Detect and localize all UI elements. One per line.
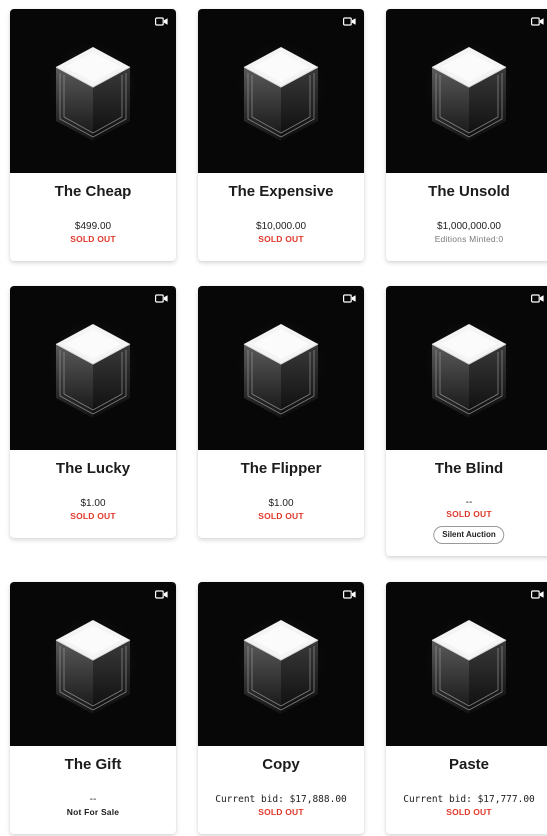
cube-artwork-icon (431, 324, 507, 418)
nft-card[interactable]: The Blind -- SOLD OUT Silent Auction (386, 286, 547, 556)
video-camera-icon[interactable] (531, 294, 544, 303)
card-title[interactable]: The Unsold (386, 183, 547, 200)
card-price: -- (89, 794, 97, 805)
card-media[interactable] (198, 582, 364, 746)
card-media[interactable] (386, 286, 547, 450)
cube-artwork-icon (243, 47, 319, 141)
nft-card[interactable]: The Unsold $1,000,000.00 Editions Minted… (386, 9, 547, 261)
card-title[interactable]: The Cheap (10, 183, 176, 200)
cube-artwork-icon (243, 324, 319, 418)
status-label: SOLD OUT (70, 234, 116, 244)
card-title[interactable]: Copy (198, 756, 364, 773)
video-camera-icon[interactable] (155, 294, 168, 303)
cube-artwork-icon (431, 620, 507, 714)
video-camera-icon[interactable] (155, 17, 168, 26)
card-media[interactable] (386, 9, 547, 173)
nft-card[interactable]: The Gift -- Not For Sale (10, 582, 176, 834)
card-title[interactable]: The Gift (10, 756, 176, 773)
card-media[interactable] (10, 9, 176, 173)
nft-card[interactable]: Paste Current bid: $17,777.00 SOLD OUT (386, 582, 547, 834)
status-label: Editions Minted:0 (434, 234, 504, 244)
cube-artwork-icon (55, 620, 131, 714)
card-media[interactable] (10, 582, 176, 746)
silent-auction-badge[interactable]: Silent Auction (433, 526, 505, 544)
status-label: SOLD OUT (258, 807, 304, 817)
status-label: SOLD OUT (70, 511, 116, 521)
card-price: -- (465, 497, 473, 508)
card-price: $1.00 (268, 498, 294, 509)
nft-card[interactable]: The Cheap $499.00 SOLD OUT (10, 9, 176, 261)
status-label: SOLD OUT (258, 511, 304, 521)
card-title[interactable]: The Lucky (10, 460, 176, 477)
card-title[interactable]: The Expensive (198, 183, 364, 200)
video-camera-icon[interactable] (343, 17, 356, 26)
video-camera-icon[interactable] (531, 17, 544, 26)
video-camera-icon[interactable] (531, 590, 544, 599)
status-label: SOLD OUT (446, 807, 492, 817)
current-bid: Current bid: $17,777.00 (403, 794, 535, 805)
cube-artwork-icon (55, 47, 131, 141)
video-camera-icon[interactable] (155, 590, 168, 599)
nft-card[interactable]: The Expensive $10,000.00 SOLD OUT (198, 9, 364, 261)
status-label: SOLD OUT (258, 234, 304, 244)
card-media[interactable] (198, 9, 364, 173)
card-price: $1.00 (80, 498, 106, 509)
video-camera-icon[interactable] (343, 294, 356, 303)
video-camera-icon[interactable] (343, 590, 356, 599)
card-title[interactable]: Paste (386, 756, 547, 773)
nft-card[interactable]: The Flipper $1.00 SOLD OUT (198, 286, 364, 538)
card-media[interactable] (386, 582, 547, 746)
card-title[interactable]: The Blind (386, 460, 547, 477)
card-price: $1,000,000.00 (437, 221, 501, 232)
cube-artwork-icon (55, 324, 131, 418)
status-label: SOLD OUT (446, 509, 492, 519)
cube-artwork-icon (243, 620, 319, 714)
card-media[interactable] (10, 286, 176, 450)
card-price: $10,000.00 (255, 221, 307, 232)
card-title[interactable]: The Flipper (198, 460, 364, 477)
cube-artwork-icon (431, 47, 507, 141)
current-bid: Current bid: $17,888.00 (215, 794, 347, 805)
card-media[interactable] (198, 286, 364, 450)
card-price: $499.00 (74, 221, 112, 232)
status-label: Not For Sale (66, 807, 120, 817)
nft-card[interactable]: The Lucky $1.00 SOLD OUT (10, 286, 176, 538)
nft-card[interactable]: Copy Current bid: $17,888.00 SOLD OUT (198, 582, 364, 834)
